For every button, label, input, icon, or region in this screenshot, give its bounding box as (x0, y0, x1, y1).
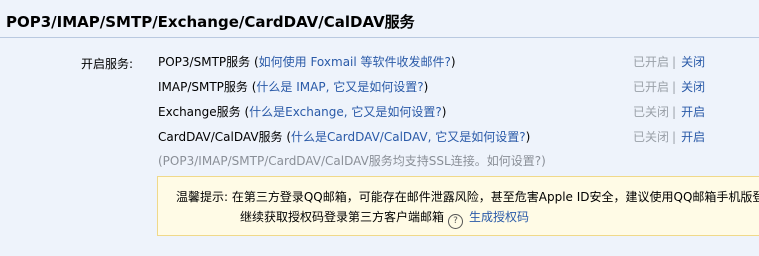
status-separator: | (672, 105, 677, 119)
paren-close: ) (525, 130, 531, 144)
tip-line-2-container: 继续获取授权码登录第三方客户端邮箱? 生成授权码 (176, 207, 759, 229)
service-row-carddav-caldav: CardDAV/CalDAV服务 (什么是CardDAV/CalDAV, 它又是… (158, 128, 759, 146)
service-row-pop3-smtp: POP3/SMTP服务 (如何使用 Foxmail 等软件收发邮件?) 已开启 |… (158, 53, 759, 71)
service-name: Exchange服务 (158, 105, 241, 119)
status-separator: | (672, 80, 677, 94)
tip-line-1: 温馨提示: 在第三方登录QQ邮箱，可能存在邮件泄露风险，甚至危害Apple ID… (176, 190, 759, 204)
warning-tip-box: 温馨提示: 在第三方登录QQ邮箱，可能存在邮件泄露风险，甚至危害Apple ID… (157, 176, 759, 236)
page-title: POP3/IMAP/SMTP/Exchange/CardDAV/CalDAV服务 (6, 13, 415, 31)
status-separator: | (672, 130, 677, 144)
ssl-note-suffix: ) (541, 154, 546, 168)
paren-close: ) (450, 55, 456, 69)
ssl-note-text: (POP3/IMAP/SMTP/CardDAV/CalDAV服务均支持SSL连接… (158, 154, 487, 168)
enable-carddav-button[interactable]: 开启 (681, 130, 705, 144)
enable-services-label: 开启服务: (81, 57, 134, 71)
paren-open: ( (282, 130, 292, 144)
help-link-imap[interactable]: 什么是 IMAP, 它又是如何设置? (256, 80, 423, 94)
paren-close: ) (441, 105, 447, 119)
service-row-exchange: Exchange服务 (什么是Exchange, 它又是如何设置?) 已关闭 | 开… (158, 103, 759, 121)
generate-auth-code-link[interactable]: 生成授权码 (469, 210, 529, 224)
paren-open: ( (250, 55, 259, 69)
status-separator: | (672, 55, 677, 69)
tip-line-2: 继续获取授权码登录第三方客户端邮箱 (240, 210, 445, 224)
paren-close: ) (423, 80, 429, 94)
status-text: 已关闭 (633, 130, 670, 144)
status-text: 已关闭 (633, 105, 670, 119)
status-text: 已开启 (633, 55, 670, 69)
title-divider (0, 37, 759, 38)
disable-imap-button[interactable]: 关闭 (681, 80, 705, 94)
ssl-note: (POP3/IMAP/SMTP/CardDAV/CalDAV服务均支持SSL连接… (158, 152, 546, 169)
paren-open: ( (240, 105, 250, 119)
service-name: POP3/SMTP服务 (158, 55, 251, 69)
status-text: 已开启 (633, 80, 670, 94)
enable-exchange-button[interactable]: 开启 (681, 105, 705, 119)
disable-pop3-button[interactable]: 关闭 (681, 55, 705, 69)
help-link-exchange[interactable]: 什么是Exchange, 它又是如何设置? (249, 105, 442, 119)
service-name: IMAP/SMTP服务 (158, 80, 248, 94)
ssl-help-link[interactable]: 如何设置? (487, 154, 541, 168)
service-name: CardDAV/CalDAV服务 (158, 130, 283, 144)
service-row-imap-smtp: IMAP/SMTP服务 (什么是 IMAP, 它又是如何设置?) 已开启 | 关闭 (158, 78, 759, 96)
help-link-carddav[interactable]: 什么是CardDAV/CalDAV, 它又是如何设置? (291, 130, 526, 144)
help-link-foxmail[interactable]: 如何使用 Foxmail 等软件收发邮件? (259, 55, 451, 69)
question-icon[interactable]: ? (448, 214, 464, 229)
